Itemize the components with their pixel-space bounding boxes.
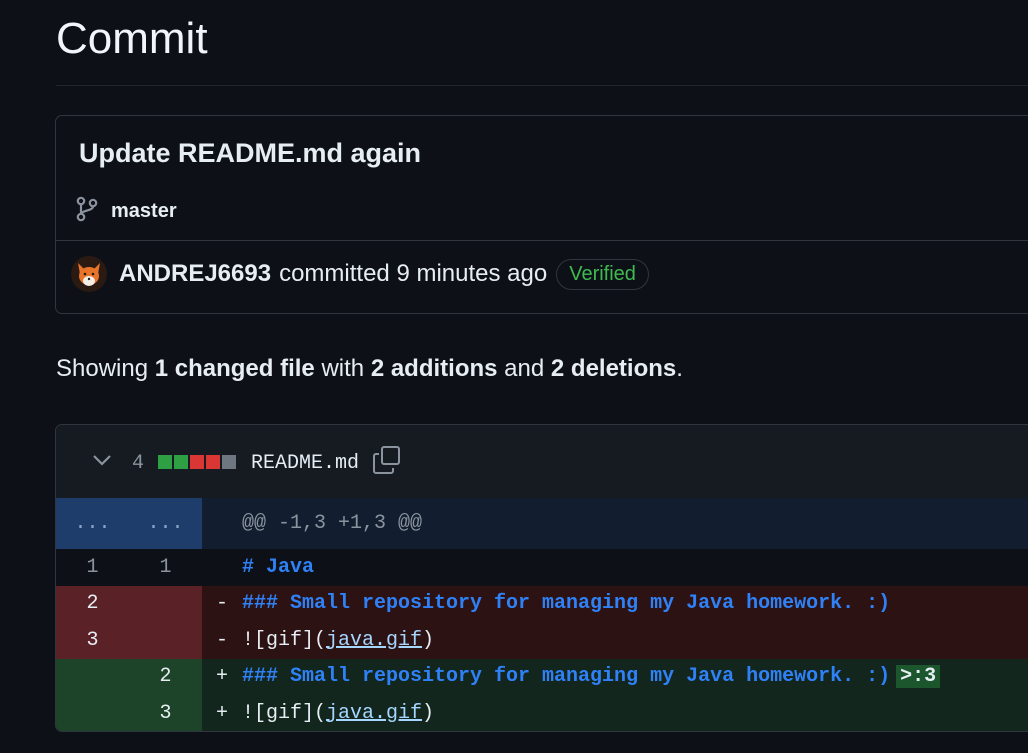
old-line-number[interactable]: 2 [56,592,129,615]
inline-addition: >:3 [896,665,941,689]
summary-files: 1 changed file [154,355,315,382]
line-gutter: 2 [56,585,202,622]
verified-badge[interactable]: Verified [556,258,649,290]
code-link: java.gif [326,628,423,652]
new-line-number[interactable]: 2 [129,665,202,688]
diffstat-block [174,455,188,469]
code-suffix: ) [422,628,435,652]
code-prefix: ![gif]( [242,701,327,725]
line-gutter: 3 [56,695,202,731]
diff-line-deleted: 3 - ![gif](java.gif) [56,622,1028,659]
diff-line-deleted: 2 - ### Small repository for managing my… [56,585,1028,622]
diff-lines: ... ... @@ -1,3 +1,3 @@ 1 1 # Java 2 - #… [56,498,1028,731]
diffstat-block [222,455,236,469]
file-header: 4 README.md [56,425,1028,499]
file-diff: 4 README.md ... ... @@ -1,3 +1,3 @@ 1 1 … [55,424,1028,732]
page-title: Commit [56,14,208,63]
old-line-number[interactable]: 3 [56,629,129,652]
summary-deletions: 2 deletions [550,355,677,382]
diff-line-added: 3 + ![gif](java.gif) [56,695,1028,731]
commit-page: Commit Update README.md again master AND… [0,0,1028,753]
commit-divider [56,240,1028,241]
code-text: ![gif](java.gif) [242,702,434,725]
summary-suffix: . [676,355,683,382]
diff-summary: Showing 1 changed file with 2 additions … [56,355,683,383]
avatar[interactable] [71,256,107,292]
diffstat-block [206,455,220,469]
line-gutter: 3 [56,622,202,659]
branch-row[interactable]: master [76,196,177,227]
code-suffix: ) [422,701,435,725]
old-line-number[interactable]: 1 [56,556,129,579]
diffstat [158,455,236,469]
commit-box: Update README.md again master ANDREJ6693… [55,115,1028,314]
summary-with: with [321,355,365,382]
code-text: # Java [242,555,315,579]
diff-sign: - [215,628,228,652]
line-gutter: 2 [56,658,202,695]
code-prefix: ![gif]( [242,628,327,652]
file-name[interactable]: README.md [251,452,359,475]
new-line-number[interactable]: 1 [129,556,202,579]
summary-additions: 2 additions [370,355,498,382]
copy-icon[interactable] [371,444,403,481]
diff-sign: - [215,592,228,616]
diffstat-block [190,455,204,469]
expand-up-button[interactable]: ... [56,512,129,535]
hunk-gutter: ... ... [56,498,202,549]
branch-name[interactable]: master [111,200,177,223]
summary-and: and [504,355,545,382]
code-text: ### Small repository for managing my Jav… [242,665,941,689]
diff-sign: + [215,701,228,725]
diff-line: 1 1 # Java [56,549,1028,586]
hunk-header: @@ -1,3 +1,3 @@ [242,512,423,535]
git-branch-icon [76,196,98,227]
line-gutter: 1 1 [56,549,202,586]
diffstat-block [158,455,172,469]
commit-message: Update README.md again [79,138,422,168]
author-name[interactable]: ANDREJ6693 [119,260,271,288]
summary-prefix: Showing [56,355,149,382]
chevron-down-icon[interactable] [92,453,112,472]
author-row: ANDREJ6693 committed 9 minutes ago Verif… [71,256,649,292]
title-divider [56,85,1028,86]
code-text: ![gif](java.gif) [242,629,434,652]
code-text: ### Small repository for managing my Jav… [242,592,891,616]
code-link: java.gif [326,701,423,725]
diff-sign: + [215,665,228,689]
hunk-header-row[interactable]: ... ... @@ -1,3 +1,3 @@ [56,498,1028,549]
expand-down-button[interactable]: ... [129,512,202,535]
diff-line-added: 2 + ### Small repository for managing my… [56,658,1028,695]
change-count: 4 [132,452,145,475]
new-line-number[interactable]: 3 [129,702,202,725]
commit-time: committed 9 minutes ago [279,260,548,287]
code-main: ### Small repository for managing my Jav… [242,665,891,689]
